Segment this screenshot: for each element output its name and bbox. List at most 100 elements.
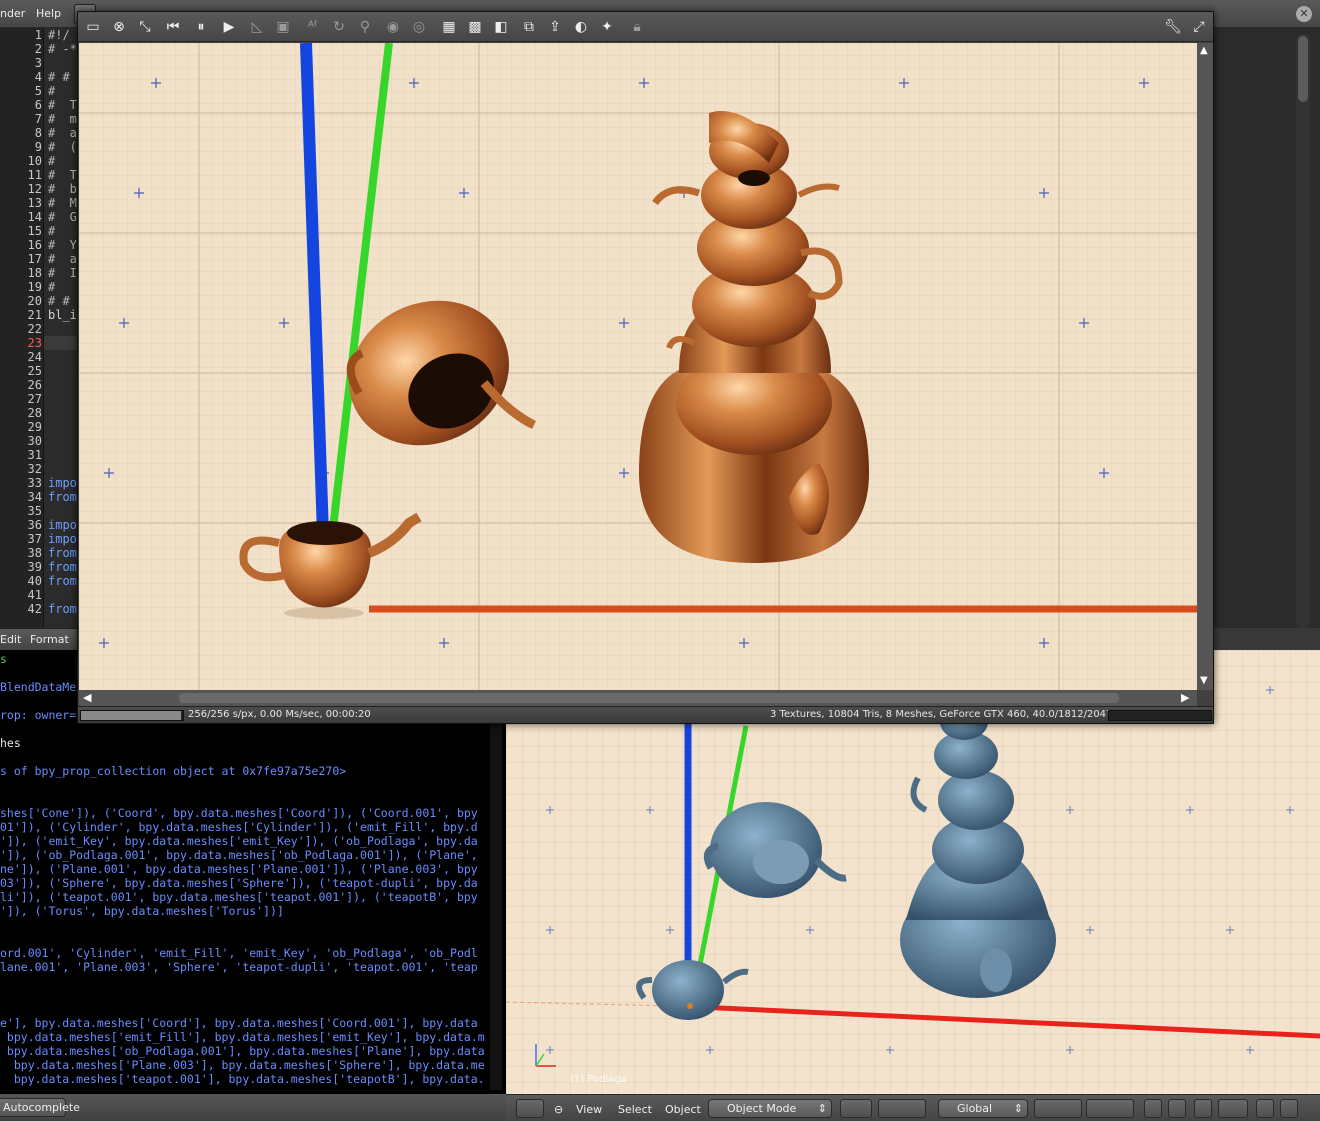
- console-line: s of bpy_prop_collection object at 0x7fe…: [0, 764, 347, 778]
- render-menu[interactable]: nder: [0, 7, 25, 20]
- horizontal-scroll-thumb[interactable]: [179, 693, 1119, 703]
- fullscreen-icon[interactable]: ⤢: [1190, 18, 1208, 36]
- manipulator-toggle[interactable]: [878, 1099, 926, 1118]
- render-stats-right: 3 Textures, 10804 Tris, 8 Meshes, GeForc…: [770, 709, 1132, 720]
- code-line: impo: [48, 518, 77, 532]
- console-line: bpy.data.meshes['teapot.001'], bpy.data.…: [0, 1072, 485, 1086]
- code-line: #: [48, 224, 56, 238]
- code-line: # M: [48, 196, 77, 210]
- scroll-right-icon[interactable]: ▶: [1181, 691, 1189, 704]
- render-progress-fill: [81, 711, 181, 720]
- editor-scrollbar[interactable]: [1296, 34, 1310, 628]
- console-footer: Autocomplete: [0, 1094, 506, 1121]
- play-icon[interactable]: ▶: [220, 18, 238, 36]
- code-line: #: [48, 84, 56, 98]
- console-line: bpy.data.meshes['emit_Fill'], bpy.data.m…: [0, 1030, 485, 1044]
- pivot-point-select[interactable]: [840, 1099, 872, 1118]
- render-vertical-scrollbar[interactable]: ▲ ▼: [1197, 43, 1213, 690]
- copy-icon[interactable]: ⧉: [520, 18, 538, 36]
- light-icon[interactable]: ✦: [598, 18, 616, 36]
- af-icon[interactable]: ᴬᶠ: [304, 18, 322, 36]
- mode-select[interactable]: Object Mode ⇕: [708, 1099, 832, 1118]
- console-line: s: [0, 652, 7, 666]
- render-icon[interactable]: [1256, 1099, 1274, 1118]
- edit-menu[interactable]: Edit: [0, 633, 21, 646]
- orientation-label: Global: [957, 1102, 993, 1115]
- code-line: from: [48, 490, 77, 504]
- lock-icon[interactable]: [1144, 1099, 1162, 1118]
- dropdown-arrows-icon: ⇕: [1013, 1102, 1023, 1115]
- scroll-up-icon[interactable]: ▲: [1200, 45, 1208, 56]
- ruler-icon[interactable]: ◺: [248, 18, 266, 36]
- code-line: # b: [48, 182, 77, 196]
- cancel-render-icon[interactable]: ⊗: [110, 18, 128, 36]
- code-line: # T: [48, 168, 77, 182]
- active-object-label: (1) Podlaga: [570, 1074, 627, 1085]
- code-line: from: [48, 574, 77, 588]
- editor-scroll-thumb[interactable]: [1298, 36, 1308, 102]
- jump-start-icon[interactable]: ⏮: [164, 18, 182, 36]
- snap-icon[interactable]: [1194, 1099, 1212, 1118]
- scroll-left-icon[interactable]: ◀: [83, 691, 91, 704]
- console-line: ']), ('ob_Podlaga.001', bpy.data.meshes[…: [0, 848, 478, 862]
- view-menu[interactable]: View: [576, 1103, 602, 1116]
- code-line: impo: [48, 476, 77, 490]
- checker-icon[interactable]: ▦: [440, 18, 458, 36]
- render-progress-bar: [80, 710, 184, 721]
- export-icon[interactable]: ⇪: [546, 18, 564, 36]
- alpha-icon[interactable]: ◧: [492, 18, 510, 36]
- code-line: # #: [48, 70, 70, 84]
- code-line: #: [48, 280, 56, 294]
- console-line: ']), ('Torus', bpy.data.meshes['Torus'])…: [0, 904, 284, 918]
- pause-icon[interactable]: ⏸: [192, 18, 210, 36]
- rotate-icon[interactable]: ↻: [330, 18, 348, 36]
- console-line: e'], bpy.data.meshes['Coord'], bpy.data.…: [0, 1016, 478, 1030]
- code-line: bl_i: [48, 308, 77, 322]
- console-line: hes: [0, 736, 21, 750]
- select-menu[interactable]: Select: [618, 1103, 652, 1116]
- monitor-icon[interactable]: ▭: [84, 18, 102, 36]
- wrench-icon[interactable]: 🔧︎: [1164, 18, 1182, 36]
- layer-buttons-1[interactable]: [1034, 1099, 1082, 1118]
- lock-icon[interactable]: 🔒︎: [628, 18, 646, 36]
- node-icon[interactable]: ⚲: [356, 18, 374, 36]
- close-icon[interactable]: ✕: [1296, 6, 1312, 22]
- code-line: # a: [48, 126, 77, 140]
- render-scene: [79, 43, 1197, 690]
- render-status-bar: 256/256 s/px, 0.00 Ms/sec, 00:00:20 3 Te…: [78, 706, 1213, 723]
- display-icon[interactable]: ▣: [274, 18, 292, 36]
- orientation-select[interactable]: Global ⇕: [938, 1099, 1028, 1118]
- render-window[interactable]: ▭ ⊗ ⤡ ⏮ ⏸ ▶ ◺ ▣ ᴬᶠ ↻ ⚲ ◉ ◎ ▦ ▩ ◧ ⧉ ⇪ ◐ ✦…: [77, 11, 1214, 724]
- render-image[interactable]: [79, 43, 1197, 690]
- object-menu[interactable]: Object: [665, 1103, 701, 1116]
- proportional-edit-icon[interactable]: [1168, 1099, 1186, 1118]
- memory-progress-bar: [1108, 710, 1212, 721]
- checker-alt-icon[interactable]: ▩: [466, 18, 484, 36]
- format-menu[interactable]: Format: [30, 633, 69, 646]
- editor-type-button[interactable]: [516, 1099, 544, 1118]
- code-line: impo: [48, 532, 77, 546]
- code-line: #: [48, 154, 56, 168]
- render-horizontal-scrollbar[interactable]: ◀ ▶: [79, 690, 1197, 706]
- animation-icon[interactable]: [1280, 1099, 1298, 1118]
- code-line: from: [48, 546, 77, 560]
- scroll-down-icon[interactable]: ▼: [1200, 675, 1208, 686]
- collapse-icon[interactable]: ⊖: [554, 1103, 563, 1116]
- help-menu[interactable]: Help: [36, 7, 61, 20]
- render-stats-left: 256/256 s/px, 0.00 Ms/sec, 00:00:20: [188, 709, 371, 720]
- color-icon[interactable]: ◐: [572, 18, 590, 36]
- console-line: lane.001', 'Plane.003', 'Sphere', 'teapo…: [0, 960, 478, 974]
- code-line: # (: [48, 140, 77, 154]
- code-line: # a: [48, 252, 77, 266]
- code-line: # -*: [48, 42, 77, 56]
- viewport-header: ⊖ View Select Object Object Mode ⇕ Globa…: [506, 1094, 1320, 1121]
- sphere-alt-icon[interactable]: ◎: [410, 18, 428, 36]
- autocomplete-button[interactable]: Autocomplete: [0, 1098, 80, 1117]
- console-line: li']), ('teapot.001', bpy.data.meshes['t…: [0, 890, 478, 904]
- layer-buttons-2[interactable]: [1086, 1099, 1134, 1118]
- sphere-icon[interactable]: ◉: [384, 18, 402, 36]
- resize-icon[interactable]: ⤡: [136, 18, 154, 36]
- snap-mode-select[interactable]: [1218, 1099, 1248, 1118]
- console-line: ne']), ('Plane.001', bpy.data.meshes['Pl…: [0, 862, 478, 876]
- console-line: ord.001', 'Cylinder', 'emit_Fill', 'emit…: [0, 946, 478, 960]
